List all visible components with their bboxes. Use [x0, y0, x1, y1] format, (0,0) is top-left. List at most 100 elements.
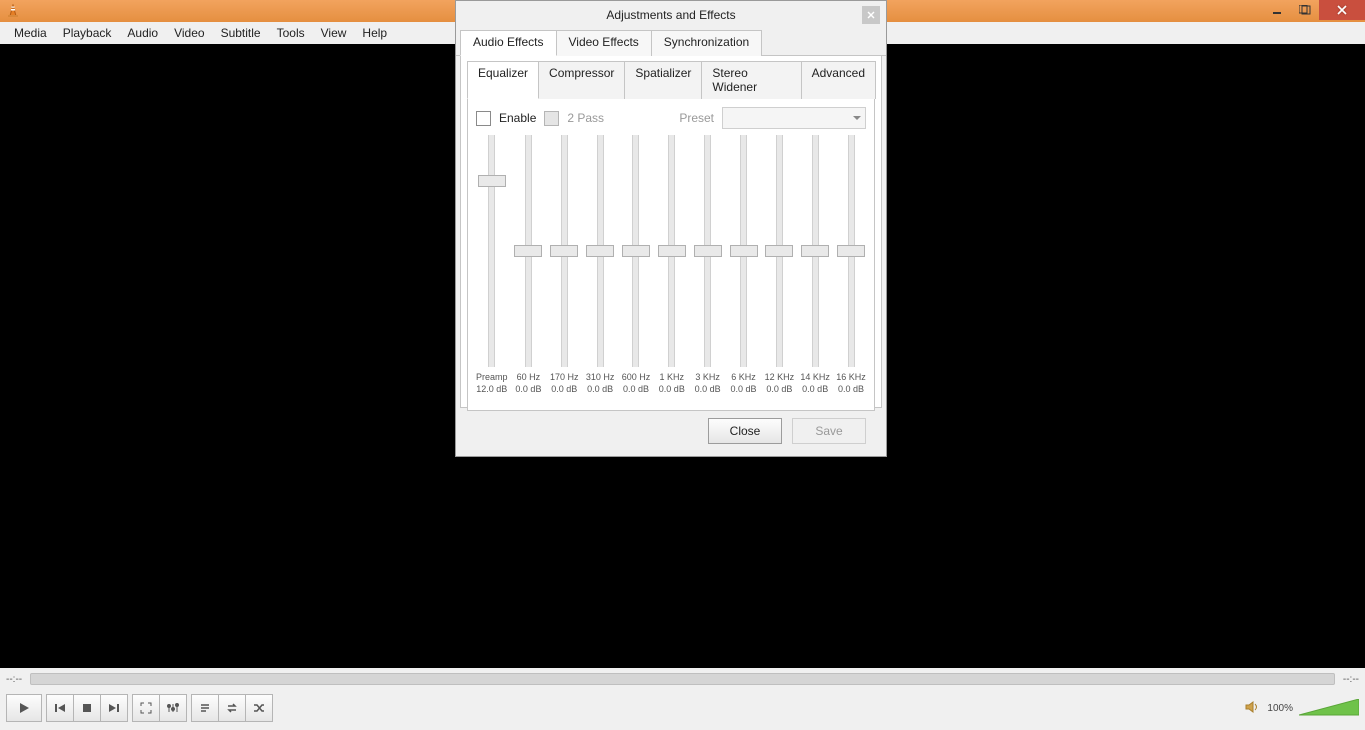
- eq-band-4-slider[interactable]: [668, 135, 675, 367]
- menu-subtitle[interactable]: Subtitle: [213, 26, 269, 40]
- menu-media[interactable]: Media: [6, 26, 55, 40]
- eq-band-7-thumb[interactable]: [765, 245, 793, 257]
- seek-slider[interactable]: [30, 673, 1335, 685]
- tab-audio-effects[interactable]: Audio Effects: [460, 30, 557, 56]
- eq-band-9-slider[interactable]: [848, 135, 855, 367]
- preset-label: Preset: [679, 111, 714, 125]
- eq-band-3: 600 Hz0.0 dB: [621, 135, 651, 395]
- eq-band-0-freq-label: 60 Hz: [517, 371, 541, 383]
- eq-band-8-db-label: 0.0 dB: [802, 383, 828, 395]
- eq-band-6-thumb[interactable]: [730, 245, 758, 257]
- eq-band-6-freq-label: 6 KHz: [731, 371, 756, 383]
- eq-band-9: 16 KHz0.0 dB: [836, 135, 866, 395]
- eq-band-0-slider[interactable]: [525, 135, 532, 367]
- menu-audio[interactable]: Audio: [119, 26, 166, 40]
- eq-band-7-freq-label: 12 KHz: [765, 371, 795, 383]
- menu-tools[interactable]: Tools: [269, 26, 313, 40]
- eq-band-2-thumb[interactable]: [586, 245, 614, 257]
- twopass-checkbox[interactable]: [544, 111, 559, 126]
- playlist-button[interactable]: [191, 694, 219, 722]
- enable-checkbox[interactable]: [476, 111, 491, 126]
- window-maximize-button[interactable]: [1291, 0, 1319, 20]
- eq-preamp-slider[interactable]: [488, 135, 495, 367]
- window-minimize-button[interactable]: [1263, 0, 1291, 20]
- eq-band-4: 1 KHz0.0 dB: [657, 135, 687, 395]
- eq-preamp-thumb[interactable]: [478, 175, 506, 187]
- prev-button[interactable]: [46, 694, 74, 722]
- close-button[interactable]: Close: [708, 418, 782, 444]
- eq-band-3-db-label: 0.0 dB: [623, 383, 649, 395]
- dialog-title-text: Adjustments and Effects: [606, 8, 735, 22]
- speaker-icon[interactable]: [1245, 700, 1261, 717]
- eq-band-4-db-label: 0.0 dB: [659, 383, 685, 395]
- eq-band-4-freq-label: 1 KHz: [660, 371, 685, 383]
- window-close-button[interactable]: [1319, 0, 1365, 20]
- eq-preamp-db-label: 12.0 dB: [476, 383, 507, 395]
- menu-video[interactable]: Video: [166, 26, 212, 40]
- eq-band-1: 170 Hz0.0 dB: [549, 135, 579, 395]
- eq-band-1-thumb[interactable]: [550, 245, 578, 257]
- tab-synchronization[interactable]: Synchronization: [651, 30, 762, 56]
- tab-compressor[interactable]: Compressor: [538, 61, 625, 99]
- time-remaining: --:--: [1343, 674, 1359, 685]
- eq-band-2-freq-label: 310 Hz: [586, 371, 615, 383]
- volume-percent: 100%: [1267, 703, 1293, 714]
- eq-band-2-slider[interactable]: [597, 135, 604, 367]
- twopass-label: 2 Pass: [567, 111, 604, 125]
- tab-video-effects[interactable]: Video Effects: [556, 30, 652, 56]
- eq-band-7-db-label: 0.0 dB: [766, 383, 792, 395]
- eq-band-1-slider[interactable]: [561, 135, 568, 367]
- eq-band-2: 310 Hz0.0 dB: [585, 135, 615, 395]
- eq-band-6-db-label: 0.0 dB: [730, 383, 756, 395]
- eq-band-8: 14 KHz0.0 dB: [800, 135, 830, 395]
- tab-spatializer[interactable]: Spatializer: [624, 61, 702, 99]
- bottom-bar: --:-- --:-- 100%: [0, 668, 1365, 730]
- next-button[interactable]: [101, 694, 128, 722]
- eq-band-6-slider[interactable]: [740, 135, 747, 367]
- volume-slider[interactable]: [1299, 699, 1359, 717]
- eq-preamp-freq-label: Preamp: [476, 371, 508, 383]
- play-button[interactable]: [6, 694, 42, 722]
- tab-equalizer[interactable]: Equalizer: [467, 61, 539, 99]
- save-button[interactable]: Save: [792, 418, 866, 444]
- eq-band-4-thumb[interactable]: [658, 245, 686, 257]
- eq-band-3-thumb[interactable]: [622, 245, 650, 257]
- eq-band-7: 12 KHz0.0 dB: [764, 135, 794, 395]
- eq-preamp: Preamp12.0 dB: [476, 135, 508, 395]
- eq-band-5-db-label: 0.0 dB: [695, 383, 721, 395]
- enable-label: Enable: [499, 111, 536, 125]
- adjustments-effects-dialog: Adjustments and Effects Audio Effects Vi…: [455, 0, 887, 457]
- eq-band-7-slider[interactable]: [776, 135, 783, 367]
- eq-band-0-db-label: 0.0 dB: [515, 383, 541, 395]
- tab-stereo-widener[interactable]: Stereo Widener: [701, 61, 801, 99]
- eq-band-0-thumb[interactable]: [514, 245, 542, 257]
- eq-band-5-freq-label: 3 KHz: [695, 371, 720, 383]
- menu-help[interactable]: Help: [354, 26, 395, 40]
- chevron-down-icon: [853, 114, 861, 122]
- eq-band-3-freq-label: 600 Hz: [622, 371, 651, 383]
- eq-band-0: 60 Hz0.0 dB: [514, 135, 544, 395]
- eq-band-9-thumb[interactable]: [837, 245, 865, 257]
- eq-band-1-freq-label: 170 Hz: [550, 371, 579, 383]
- eq-band-1-db-label: 0.0 dB: [551, 383, 577, 395]
- eq-band-5-thumb[interactable]: [694, 245, 722, 257]
- menu-playback[interactable]: Playback: [55, 26, 120, 40]
- eq-band-8-thumb[interactable]: [801, 245, 829, 257]
- eq-band-5-slider[interactable]: [704, 135, 711, 367]
- stop-button[interactable]: [74, 694, 101, 722]
- eq-band-9-db-label: 0.0 dB: [838, 383, 864, 395]
- time-elapsed: --:--: [6, 674, 22, 685]
- shuffle-button[interactable]: [246, 694, 273, 722]
- eq-band-8-freq-label: 14 KHz: [800, 371, 830, 383]
- fullscreen-button[interactable]: [132, 694, 160, 722]
- eq-band-2-db-label: 0.0 dB: [587, 383, 613, 395]
- preset-dropdown[interactable]: [722, 107, 866, 129]
- eq-band-5: 3 KHz0.0 dB: [693, 135, 723, 395]
- loop-button[interactable]: [219, 694, 246, 722]
- eq-band-3-slider[interactable]: [632, 135, 639, 367]
- eq-band-8-slider[interactable]: [812, 135, 819, 367]
- dialog-close-button[interactable]: [862, 6, 880, 24]
- menu-view[interactable]: View: [313, 26, 355, 40]
- tab-advanced[interactable]: Advanced: [801, 61, 876, 99]
- extended-settings-button[interactable]: [160, 694, 187, 722]
